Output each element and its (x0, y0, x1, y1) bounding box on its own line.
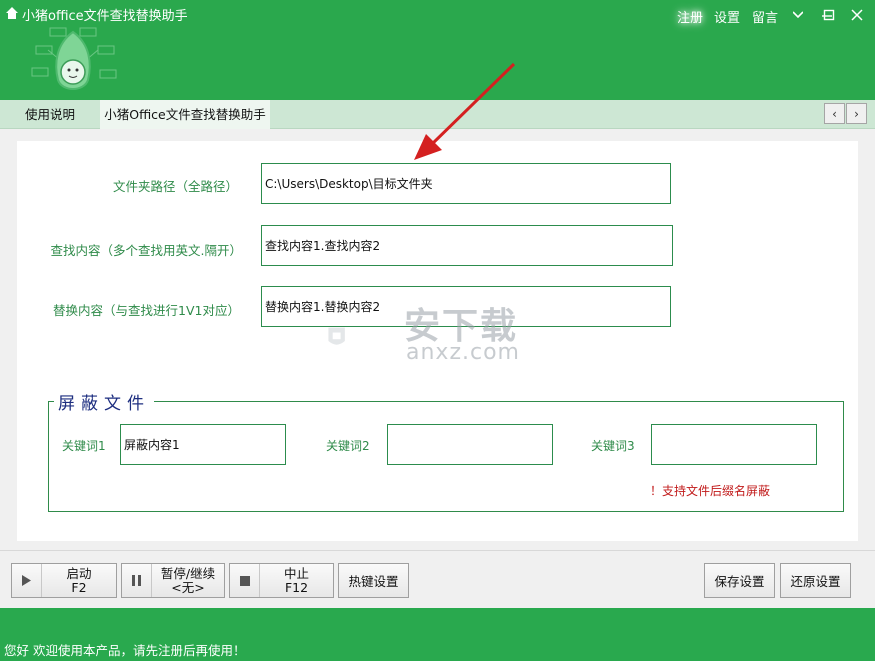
keyword2-label: 关键词2 (326, 439, 370, 453)
restore-settings-button[interactable]: 还原设置 (780, 563, 851, 598)
find-content-input[interactable]: 查找内容1.查找内容2 (261, 225, 673, 266)
shield-files-title: 屏蔽文件 (54, 389, 154, 414)
tab-prev-icon[interactable]: ‹ (824, 103, 845, 124)
maximize-icon[interactable] (818, 4, 840, 26)
pause-label: 暂停/继续 (160, 566, 216, 581)
keyword2-input[interactable] (387, 424, 553, 465)
replace-content-label: 替换内容（与查找进行1V1对应） (53, 303, 240, 318)
pause-resume-button[interactable]: 暂停/继续 <无> (121, 563, 225, 598)
stop-button[interactable]: 中止 F12 (229, 563, 334, 598)
menu-dropdown-icon[interactable] (787, 4, 809, 26)
pause-hotkey: <无> (171, 580, 205, 595)
save-settings-button[interactable]: 保存设置 (704, 563, 775, 598)
close-icon[interactable] (846, 4, 868, 26)
keyword3-label: 关键词3 (591, 439, 635, 453)
watermark-shield-icon (328, 327, 345, 345)
app-home-icon (6, 7, 18, 19)
tab-main[interactable]: 小猪Office文件查找替换助手 (100, 100, 270, 129)
play-icon (12, 564, 42, 597)
stop-label: 中止 (283, 566, 309, 581)
find-content-label: 查找内容（多个查找用英文.隔开） (50, 243, 242, 258)
pause-icon (122, 564, 152, 597)
tab-next-icon[interactable]: › (846, 103, 867, 124)
keyword1-label: 关键词1 (62, 439, 106, 453)
start-button[interactable]: 启动 F2 (11, 563, 117, 598)
annotation-arrow (414, 62, 516, 160)
folder-path-input[interactable]: C:\Users\Desktop\目标文件夹 (261, 163, 671, 204)
suffix-shield-note: ！支持文件后缀名屏蔽 (650, 484, 771, 498)
keyword3-input[interactable] (651, 424, 817, 465)
folder-path-label: 文件夹路径（全路径） (112, 179, 238, 194)
hotkey-settings-button[interactable]: 热键设置 (338, 563, 409, 598)
settings-link[interactable]: 设置 (714, 7, 740, 26)
register-link[interactable]: 注册 (677, 7, 703, 26)
stop-hotkey: F12 (284, 580, 309, 595)
start-label: 启动 (66, 566, 92, 581)
stop-icon (230, 564, 260, 597)
app-logo (31, 27, 117, 90)
status-message: 您好 欢迎使用本产品，请先注册后再使用！ (4, 643, 246, 658)
keyword1-input[interactable]: 屏蔽内容1 (120, 424, 286, 465)
tab-instructions[interactable]: 使用说明 (8, 100, 92, 129)
start-hotkey: F2 (71, 580, 87, 595)
message-link[interactable]: 留言 (752, 7, 778, 26)
watermark-subtext: anxz.com (406, 340, 520, 365)
